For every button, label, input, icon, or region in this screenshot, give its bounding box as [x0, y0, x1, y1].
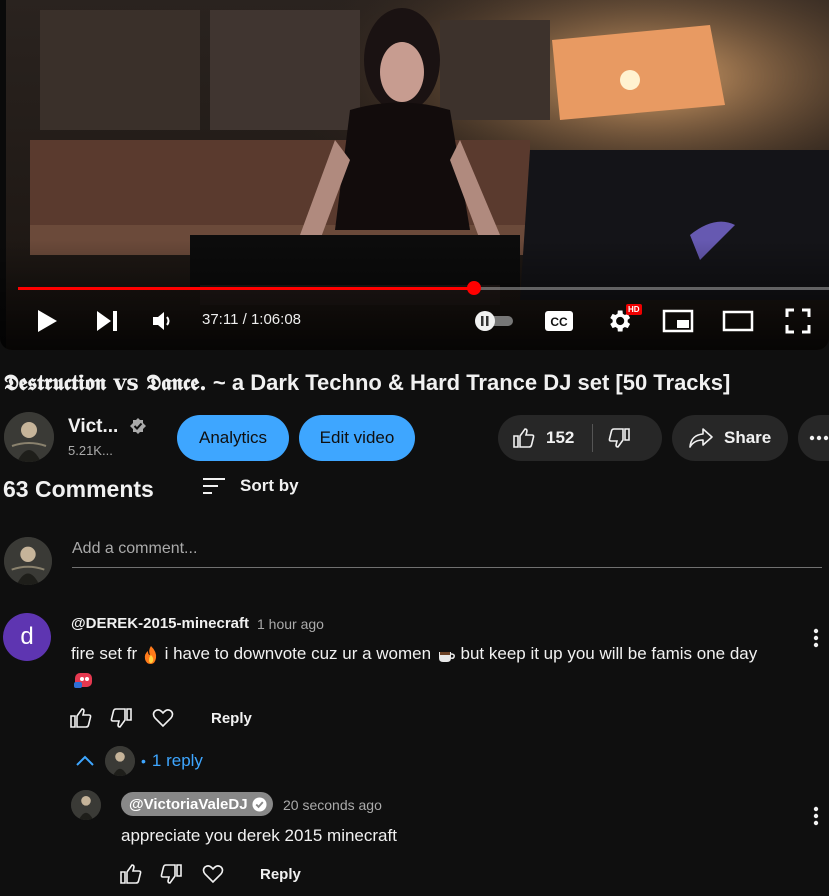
fire-emoji-icon: [144, 645, 157, 664]
reply-author: @VictoriaValeDJ: [129, 795, 248, 813]
volume-icon: [153, 312, 170, 330]
heart-icon: [152, 709, 174, 728]
like-count: 152: [546, 428, 575, 447]
time-current: 37:11: [202, 311, 239, 328]
progress-bar[interactable]: [18, 281, 829, 295]
replies-count: 1 reply: [151, 751, 203, 770]
play-icon: [38, 310, 57, 332]
reply-text: appreciate you derek 2015 minecraft: [121, 826, 397, 845]
thumbs-down-icon: [160, 864, 182, 884]
play-button[interactable]: [30, 304, 64, 338]
video-player[interactable]: 37:11 / 1:06:08 CC HD: [0, 0, 829, 350]
like-button[interactable]: 152: [512, 426, 574, 450]
sort-label: Sort by: [240, 476, 299, 495]
sort-icon: [203, 478, 225, 494]
reply-author-chip[interactable]: @VictoriaValeDJ: [121, 792, 273, 816]
my-avatar: [4, 537, 52, 585]
fullscreen-icon: [785, 308, 811, 334]
thumbs-down-icon: [608, 428, 631, 448]
comment-time[interactable]: 1 hour ago: [257, 616, 324, 632]
comment-text-part2: i have to downvote cuz ur a women: [159, 644, 436, 663]
reply-reply-button[interactable]: Reply: [260, 866, 301, 883]
comment-text-part1: fire set fr: [71, 644, 142, 663]
channel-avatar-image: [4, 412, 54, 462]
reply-author-avatar[interactable]: [71, 790, 101, 820]
my-avatar-image: [4, 537, 52, 585]
coffee-emoji-icon: [438, 651, 455, 662]
thumbs-up-icon: [70, 708, 92, 728]
theater-button[interactable]: [720, 304, 756, 338]
progress-scrubber[interactable]: [466, 281, 481, 295]
replier-avatar-image: [105, 746, 135, 776]
fullscreen-button[interactable]: [782, 304, 814, 338]
time-display: 37:11 / 1:06:08: [202, 311, 301, 328]
reply-dislike-button[interactable]: [159, 862, 183, 891]
channel-name[interactable]: Vict...: [68, 416, 118, 438]
autoplay-toggle-icon: [475, 311, 513, 331]
thumbs-down-icon: [110, 708, 132, 728]
autoplay-toggle[interactable]: [470, 304, 516, 338]
volume-button[interactable]: [148, 304, 178, 338]
heart-icon: [202, 865, 224, 884]
comments-count: 63 Comments: [3, 476, 154, 502]
video-title-rest: ~ a Dark Techno & Hard Trance DJ set [50…: [206, 370, 731, 395]
share-label: Share: [724, 428, 772, 447]
replies-toggle[interactable]: • 1 reply: [75, 746, 203, 776]
captions-button[interactable]: CC: [542, 304, 576, 338]
emoji-sticker: [73, 670, 95, 695]
red-character-emoji-icon: [74, 673, 92, 688]
controls-gradient: [0, 240, 829, 350]
verified-icon: [252, 796, 267, 812]
comment-dislike-button[interactable]: [109, 706, 133, 735]
next-icon: [97, 311, 117, 331]
verified-badge: [130, 418, 146, 439]
video-title: 𝕯𝖊𝖘𝖙𝖗𝖚𝖈𝖙𝖎𝖔𝖓 vs 𝕯𝖆𝖓𝖈𝖊. ~ a Dark Techno & …: [4, 370, 730, 396]
thumbs-up-icon: [513, 428, 535, 448]
sort-button[interactable]: Sort by: [202, 476, 299, 496]
reply-time[interactable]: 20 seconds ago: [283, 797, 382, 813]
more-vertical-icon: [813, 806, 819, 826]
time-separator: /: [238, 311, 251, 328]
comment-like-button[interactable]: [69, 706, 93, 735]
comment-text: fire set fr i have to downvote cuz ur a …: [71, 644, 757, 665]
reply-heart-button[interactable]: [201, 862, 225, 891]
theater-icon: [722, 310, 754, 332]
share-button[interactable]: Share: [672, 415, 788, 461]
thumbs-up-icon: [120, 864, 142, 884]
edit-video-button[interactable]: Edit video: [299, 415, 415, 461]
verified-icon: [130, 418, 146, 434]
chevron-up-icon: [76, 755, 94, 766]
commenter-avatar[interactable]: d: [3, 613, 51, 661]
comment-menu-button[interactable]: [806, 626, 826, 650]
time-total: 1:06:08: [250, 311, 301, 328]
comment-text-part3: but keep it up you will be famis one day: [455, 644, 758, 663]
add-comment-input[interactable]: Add a comment...: [72, 540, 822, 568]
video-title-fancy: 𝕯𝖊𝖘𝖙𝖗𝖚𝖈𝖙𝖎𝖔𝖓 vs 𝕯𝖆𝖓𝖈𝖊.: [4, 370, 207, 396]
more-vertical-icon: [813, 628, 819, 648]
channel-avatar[interactable]: [4, 412, 54, 462]
comment-heart-button[interactable]: [151, 706, 175, 735]
miniplayer-icon: [662, 309, 694, 333]
progress-played: [18, 287, 474, 290]
miniplayer-button[interactable]: [660, 304, 696, 338]
cc-icon: CC: [545, 311, 573, 331]
share-icon: [689, 428, 713, 448]
next-button[interactable]: [90, 304, 124, 338]
reply-menu-button[interactable]: [806, 804, 826, 828]
more-horizontal-icon: [809, 435, 829, 441]
subscriber-count: 5.21K...: [68, 443, 113, 458]
like-dislike-group: 152: [498, 415, 662, 461]
analytics-button[interactable]: Analytics: [177, 415, 289, 461]
comment-reply-button[interactable]: Reply: [211, 710, 252, 727]
svg-text:CC: CC: [550, 315, 568, 329]
hd-badge: HD: [626, 304, 642, 315]
comment-author[interactable]: @DEREK-2015-minecraft: [71, 615, 249, 632]
more-actions-button[interactable]: [798, 415, 829, 461]
dislike-button[interactable]: [607, 426, 631, 450]
reply-avatar-image: [71, 790, 101, 820]
like-divider: [592, 424, 594, 452]
reply-like-button[interactable]: [119, 862, 143, 891]
dot-separator: •: [141, 753, 146, 769]
replier-avatar: [105, 746, 135, 776]
